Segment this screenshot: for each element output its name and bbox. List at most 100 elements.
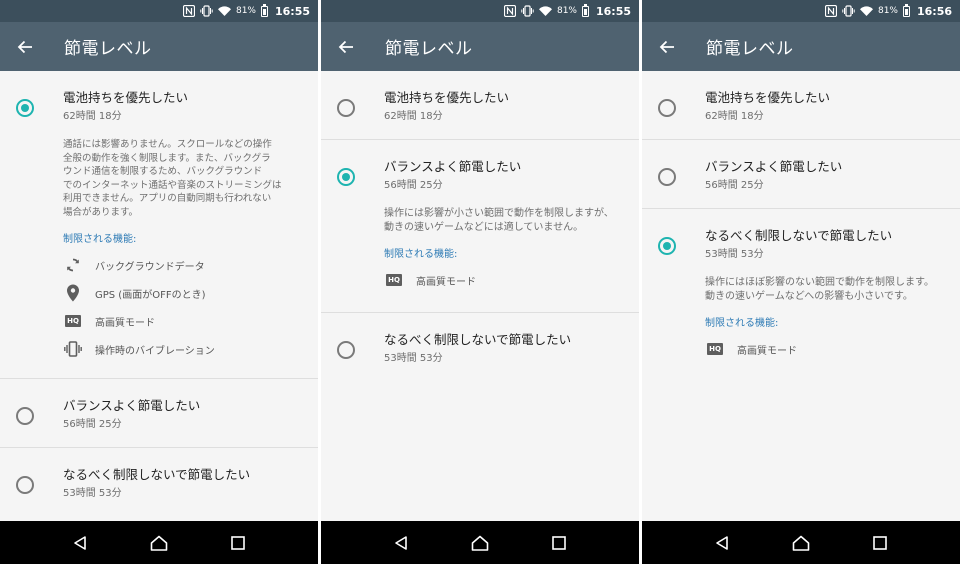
wifi-icon: [217, 6, 231, 16]
battery-percent: 81%: [877, 6, 898, 16]
wifi-icon: [538, 6, 552, 16]
radio-button-selected[interactable]: [658, 237, 676, 255]
feature-label: 高画質モード: [95, 317, 155, 329]
recents-icon[interactable]: [544, 528, 574, 558]
sync-icon: [61, 253, 85, 277]
hq-icon: HQ: [382, 268, 406, 292]
vibrate-icon: [521, 5, 534, 17]
feature-item: HQ 高画質モード: [705, 335, 948, 363]
feature-item: HQ 高画質モード: [384, 266, 627, 294]
status-time: 16:56: [916, 4, 952, 18]
nfc-icon: [182, 5, 195, 17]
option-description: 通話には影響ありません。スクロールなどの操作 全般の動作を強く制限します。また、…: [63, 139, 282, 218]
option-battery-priority[interactable]: 電池持ちを優先したい 62時間 18分: [642, 71, 960, 140]
status-bar: 81% 16:55: [321, 0, 639, 22]
option-description: 操作には影響が小さい範囲で動作を制限しますが、動きの速いゲームなどには適していま…: [384, 208, 614, 233]
vibration-icon: [61, 337, 85, 361]
home-icon[interactable]: [465, 528, 495, 558]
option-title: 電池持ちを優先したい: [63, 90, 189, 105]
option-battery-priority[interactable]: 電池持ちを優先したい 62時間 18分: [321, 71, 639, 140]
back-triangle-icon[interactable]: [65, 528, 95, 558]
navigation-bar: [0, 521, 318, 564]
battery-icon: [581, 3, 589, 17]
option-time: 62時間 18分: [63, 111, 122, 122]
page-title: 節電レベル: [64, 39, 152, 59]
feature-label: バックグラウンドデータ: [95, 261, 205, 273]
recents-icon[interactable]: [223, 528, 253, 558]
page-title: 節電レベル: [706, 39, 794, 59]
radio-button[interactable]: [16, 407, 34, 425]
home-icon[interactable]: [144, 528, 174, 558]
battery-icon: [260, 3, 268, 17]
option-minimal-restriction[interactable]: なるべく制限しないで節電したい 53時間 53分 操作にはほぼ影響のない範囲で動…: [642, 209, 960, 378]
option-battery-priority[interactable]: 電池持ちを優先したい 62時間 18分 通話には影響ありません。スクロールなどの…: [0, 71, 318, 379]
option-time: 53時間 53分: [705, 249, 764, 260]
radio-button[interactable]: [16, 476, 34, 494]
radio-button[interactable]: [658, 168, 676, 186]
option-time: 53時間 53分: [384, 353, 443, 364]
status-bar: 81% 16:56: [642, 0, 960, 22]
feature-item: 操作時のバイブレーション: [63, 335, 306, 363]
status-bar: 81% 16:55: [0, 0, 318, 22]
navigation-bar: [642, 521, 960, 564]
phone-screen-2: 81% 16:55 節電レベル 電池持ちを優先したい 62時間 18分 バランス…: [321, 0, 639, 564]
app-bar: 節電レベル: [0, 22, 318, 71]
screenshot-collage: 81% 16:55 節電レベル 電池持ちを優先したい 62時間 18分 通話には…: [0, 0, 960, 564]
app-bar: 節電レベル: [642, 22, 960, 71]
option-time: 62時間 18分: [705, 111, 764, 122]
option-title: バランスよく節電したい: [63, 398, 201, 413]
restricted-features-heading: 制限される機能:: [63, 234, 137, 245]
feature-item: バックグラウンドデータ: [63, 251, 306, 279]
option-title: 電池持ちを優先したい: [705, 90, 831, 105]
radio-button[interactable]: [337, 341, 355, 359]
phone-screen-3: 81% 16:56 節電レベル 電池持ちを優先したい 62時間 18分 バランス…: [642, 0, 960, 564]
option-description: 操作にはほぼ影響のない範囲で動作を制限します。動きの速いゲームなどへの影響も小さ…: [705, 277, 934, 302]
back-arrow-icon[interactable]: [642, 22, 692, 71]
option-minimal-restriction[interactable]: なるべく制限しないで節電したい 53時間 53分: [0, 448, 318, 516]
option-title: なるべく制限しないで節電したい: [384, 332, 572, 347]
option-title: バランスよく節電したい: [384, 159, 522, 174]
restricted-features-list: バックグラウンドデータ GPS (画面がOFFのとき) HQ 高画質モード 操作…: [63, 251, 306, 363]
home-icon[interactable]: [786, 528, 816, 558]
feature-label: GPS (画面がOFFのとき): [95, 289, 206, 301]
option-title: なるべく制限しないで節電したい: [705, 228, 893, 243]
back-arrow-icon[interactable]: [321, 22, 371, 71]
battery-icon: [902, 3, 910, 17]
restricted-features-list: HQ 高画質モード: [384, 266, 627, 294]
status-time: 16:55: [274, 4, 310, 18]
option-balanced[interactable]: バランスよく節電したい 56時間 25分: [0, 379, 318, 448]
recents-icon[interactable]: [865, 528, 895, 558]
nfc-icon: [824, 5, 837, 17]
feature-label: 高画質モード: [737, 345, 797, 357]
restricted-features-heading: 制限される機能:: [705, 318, 779, 329]
vibrate-icon: [842, 5, 855, 17]
feature-item: GPS (画面がOFFのとき): [63, 279, 306, 307]
app-bar: 節電レベル: [321, 22, 639, 71]
vibrate-icon: [200, 5, 213, 17]
battery-percent: 81%: [235, 6, 256, 16]
option-title: なるべく制限しないで節電したい: [63, 467, 251, 482]
radio-button-selected[interactable]: [16, 99, 34, 117]
option-title: バランスよく節電したい: [705, 159, 843, 174]
feature-item: HQ 高画質モード: [63, 307, 306, 335]
back-triangle-icon[interactable]: [386, 528, 416, 558]
radio-button-selected[interactable]: [337, 168, 355, 186]
hq-icon: HQ: [703, 337, 727, 361]
options-list: 電池持ちを優先したい 62時間 18分 バランスよく節電したい 56時間 25分…: [321, 71, 639, 521]
status-time: 16:55: [595, 4, 631, 18]
option-balanced[interactable]: バランスよく節電したい 56時間 25分: [642, 140, 960, 209]
back-arrow-icon[interactable]: [0, 22, 50, 71]
option-time: 56時間 25分: [384, 180, 443, 191]
feature-label: 操作時のバイブレーション: [95, 345, 215, 357]
back-triangle-icon[interactable]: [707, 528, 737, 558]
option-time: 53時間 53分: [63, 488, 122, 499]
page-title: 節電レベル: [385, 39, 473, 59]
radio-button[interactable]: [658, 99, 676, 117]
option-minimal-restriction[interactable]: なるべく制限しないで節電したい 53時間 53分: [321, 313, 639, 381]
location-pin-icon: [61, 281, 85, 305]
options-list: 電池持ちを優先したい 62時間 18分 バランスよく節電したい 56時間 25分…: [642, 71, 960, 521]
option-time: 62時間 18分: [384, 111, 443, 122]
radio-button[interactable]: [337, 99, 355, 117]
nfc-icon: [503, 5, 516, 17]
option-balanced[interactable]: バランスよく節電したい 56時間 25分 操作には影響が小さい範囲で動作を制限し…: [321, 140, 639, 313]
